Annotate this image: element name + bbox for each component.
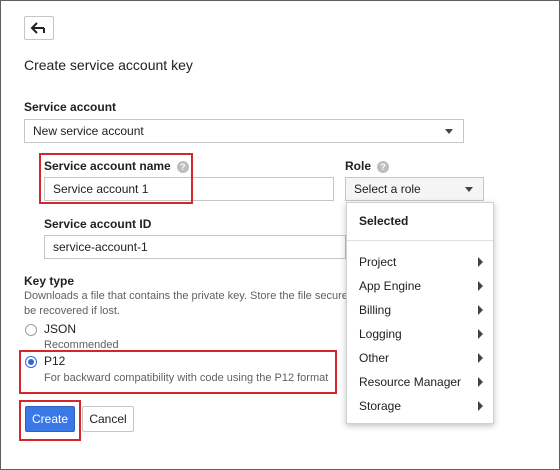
menu-item-billing[interactable]: Billing <box>347 298 493 322</box>
chevron-right-icon <box>478 257 483 267</box>
dropdown-divider <box>347 240 493 241</box>
menu-item-other[interactable]: Other <box>347 346 493 370</box>
cancel-button[interactable]: Cancel <box>82 406 134 432</box>
key-type-description-2: be recovered if lost. <box>24 305 120 317</box>
key-type-label: Key type <box>24 274 75 288</box>
service-account-select[interactable]: New service account <box>24 119 464 143</box>
service-account-id-label: Service account ID <box>44 217 152 231</box>
menu-item-logging[interactable]: Logging <box>347 322 493 346</box>
json-radio-label: JSON <box>44 322 77 336</box>
page-title: Create service account key <box>24 57 193 73</box>
json-radio[interactable] <box>25 324 37 336</box>
highlight-p12-box <box>19 350 337 394</box>
chevron-right-icon <box>478 305 483 315</box>
back-button[interactable] <box>24 16 54 40</box>
chevron-down-icon <box>465 187 473 192</box>
chevron-right-icon <box>478 353 483 363</box>
menu-item-label: Billing <box>359 303 392 317</box>
chevron-down-icon <box>445 129 453 134</box>
help-icon[interactable]: ? <box>377 160 390 173</box>
menu-item-label: Resource Manager <box>359 375 462 389</box>
back-arrow-icon <box>30 22 45 34</box>
service-account-label: Service account <box>24 100 117 114</box>
service-account-id-input[interactable]: service-account-1 <box>44 235 346 259</box>
chevron-right-icon <box>478 281 483 291</box>
menu-item-label: Logging <box>359 327 402 341</box>
highlight-name-box <box>39 153 193 204</box>
menu-item-project[interactable]: Project <box>347 250 493 274</box>
chevron-right-icon <box>478 329 483 339</box>
menu-item-label: Project <box>359 255 397 269</box>
menu-item-label: Storage <box>359 399 402 413</box>
role-select[interactable]: Select a role <box>345 177 484 201</box>
highlight-create-box <box>19 400 81 441</box>
service-account-id-value: service-account-1 <box>53 240 148 254</box>
role-label: Role? <box>345 159 390 173</box>
menu-item-label: App Engine <box>359 279 422 293</box>
menu-item-app-engine[interactable]: App Engine <box>347 274 493 298</box>
chevron-right-icon <box>478 401 483 411</box>
role-label-text: Role <box>345 159 372 173</box>
menu-item-storage[interactable]: Storage <box>347 394 493 418</box>
role-dropdown-menu: Selected Project App Engine Billing Logg… <box>346 202 494 424</box>
menu-item-label: Other <box>359 351 390 365</box>
chevron-right-icon <box>478 377 483 387</box>
dropdown-selected-header: Selected <box>359 214 409 228</box>
menu-item-resource-manager[interactable]: Resource Manager <box>347 370 493 394</box>
key-type-description-1: Downloads a file that contains the priva… <box>24 290 346 302</box>
role-select-placeholder: Select a role <box>354 182 421 196</box>
service-account-value: New service account <box>33 124 144 138</box>
